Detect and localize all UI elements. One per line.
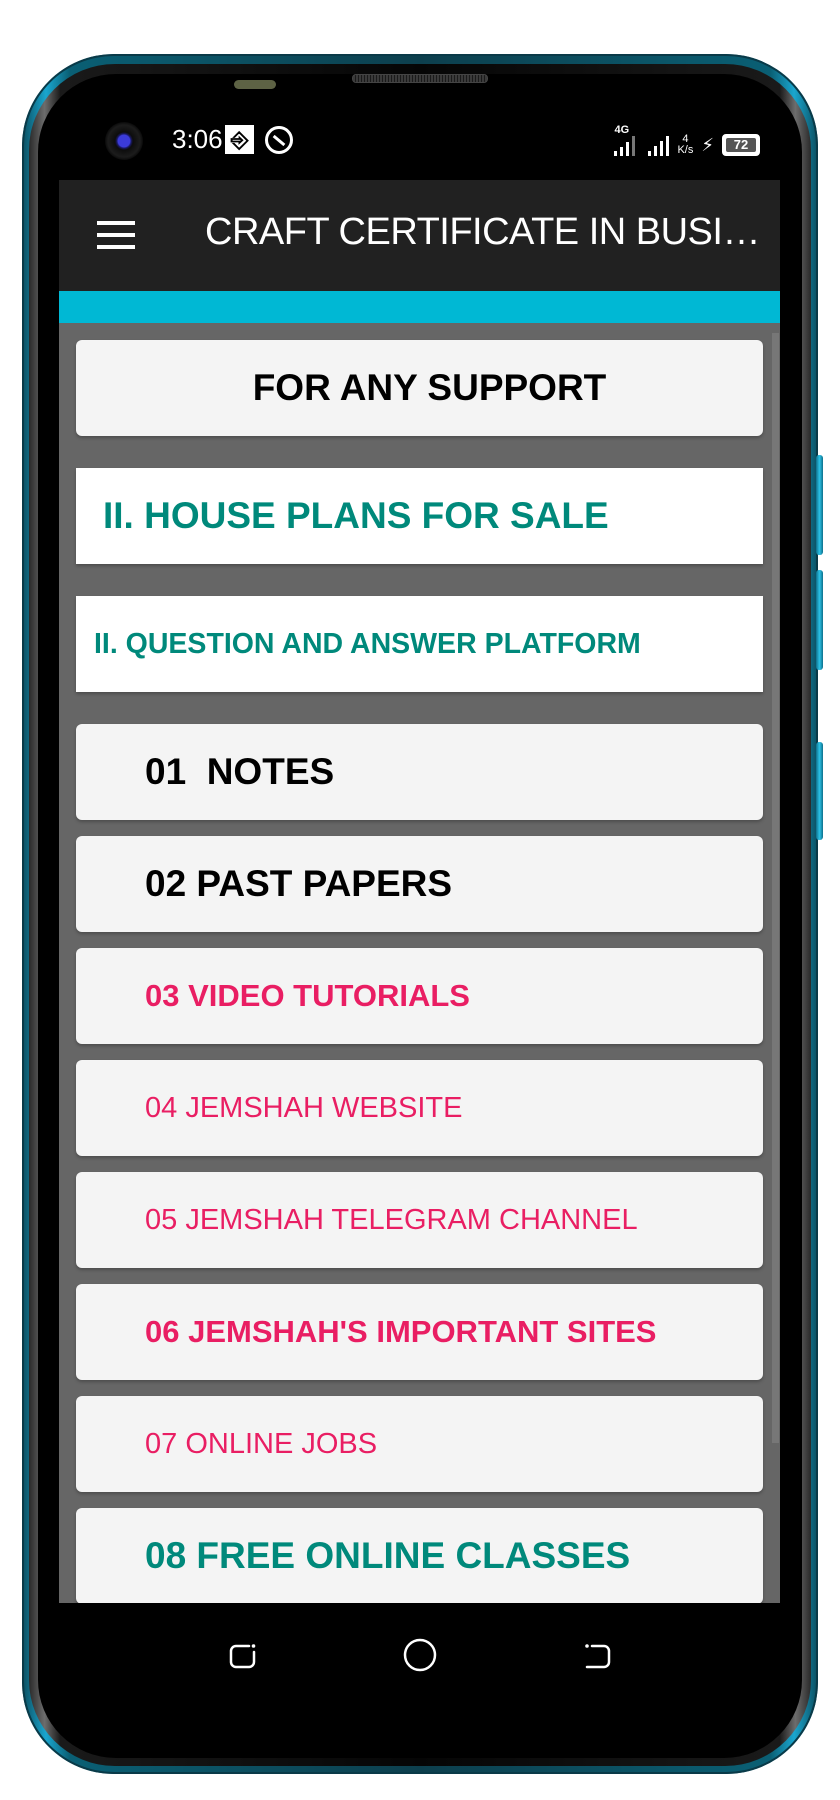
menu-item-label: 05 JEMSHAH TELEGRAM CHANNEL [145,1203,638,1236]
menu-item-online-jobs[interactable]: 07 ONLINE JOBS [76,1396,763,1492]
menu-item-label: FOR ANY SUPPORT [252,367,607,408]
phone-screen: 3:06 ⎆ 4G 4 K/s ⚡︎ 72 CRAFT CERTIFICATE … [59,92,780,1755]
menu-item-label: II. HOUSE PLANS FOR SALE [103,495,609,536]
power-button [816,742,823,840]
accent-band [59,291,780,323]
status-bar: 3:06 ⎆ 4G 4 K/s ⚡︎ 72 [59,92,780,180]
signal-4g-icon: 4G [614,124,640,156]
menu-item-label: II. QUESTION AND ANSWER PLATFORM [94,627,641,660]
menu-item-label: 02 PAST PAPERS [145,863,453,904]
app-bar: CRAFT CERTIFICATE IN BUSINESS MANAGEMENT [59,180,780,291]
charging-icon: ⚡︎ [701,135,714,155]
menu-item-label: 04 JEMSHAH WEBSITE [145,1091,463,1124]
menu-item-label: 06 JEMSHAH'S IMPORTANT SITES [145,1314,657,1349]
menu-item-telegram-channel[interactable]: 05 JEMSHAH TELEGRAM CHANNEL [76,1172,763,1268]
menu-item-jemshah-website[interactable]: 04 JEMSHAH WEBSITE [76,1060,763,1156]
menu-list[interactable]: FOR ANY SUPPORT II. HOUSE PLANS FOR SALE… [59,323,780,1603]
menu-item-past-papers[interactable]: 02 PAST PAPERS [76,836,763,932]
q-notification-icon [265,126,293,154]
battery-icon: 72 [722,134,760,156]
front-camera-icon [105,122,143,160]
menu-item-label: 07 ONLINE JOBS [145,1427,378,1460]
network-type-label: 4G [614,124,630,136]
scrollbar[interactable] [772,333,779,1443]
speed-unit: K/s [677,144,694,156]
status-icons: 4G 4 K/s ⚡︎ 72 [614,124,760,156]
recent-apps-button[interactable] [223,1635,263,1675]
back-icon [585,1644,611,1669]
menu-item-label: 03 VIDEO TUTORIALS [145,978,470,1013]
back-button[interactable] [577,1635,617,1675]
battery-level: 72 [726,138,756,152]
system-nav-bar [59,1603,780,1755]
proximity-sensor [234,80,276,89]
status-time: 3:06 [172,124,223,154]
page-title: CRAFT CERTIFICATE IN BUSINESS MANAGEMENT [205,211,765,253]
menu-item-label: 08 FREE ONLINE CLASSES [145,1535,631,1576]
menu-item-free-online-classes[interactable]: 08 FREE ONLINE CLASSES [76,1508,763,1603]
menu-item-support[interactable]: FOR ANY SUPPORT [76,340,763,436]
menu-item-qa-platform[interactable]: II. QUESTION AND ANSWER PLATFORM [76,596,763,692]
menu-item-video-tutorials[interactable]: 03 VIDEO TUTORIALS [76,948,763,1044]
signal-bars-icon [648,136,670,156]
volume-up-button [816,455,823,555]
volume-down-button [816,570,823,670]
menu-item-notes[interactable]: 01 NOTES [76,724,763,820]
network-speed: 4 K/s [677,134,693,156]
home-icon [403,1638,437,1672]
home-button[interactable] [400,1635,440,1675]
menu-item-important-sites[interactable]: 06 JEMSHAH'S IMPORTANT SITES [76,1284,763,1380]
recent-apps-icon [229,1644,256,1669]
menu-item-label: 01 NOTES [145,751,335,792]
hamburger-menu-icon[interactable] [97,221,135,249]
usb-icon: ⎆ [225,125,254,154]
earpiece-speaker [352,74,488,83]
menu-item-house-plans[interactable]: II. HOUSE PLANS FOR SALE [76,468,763,564]
